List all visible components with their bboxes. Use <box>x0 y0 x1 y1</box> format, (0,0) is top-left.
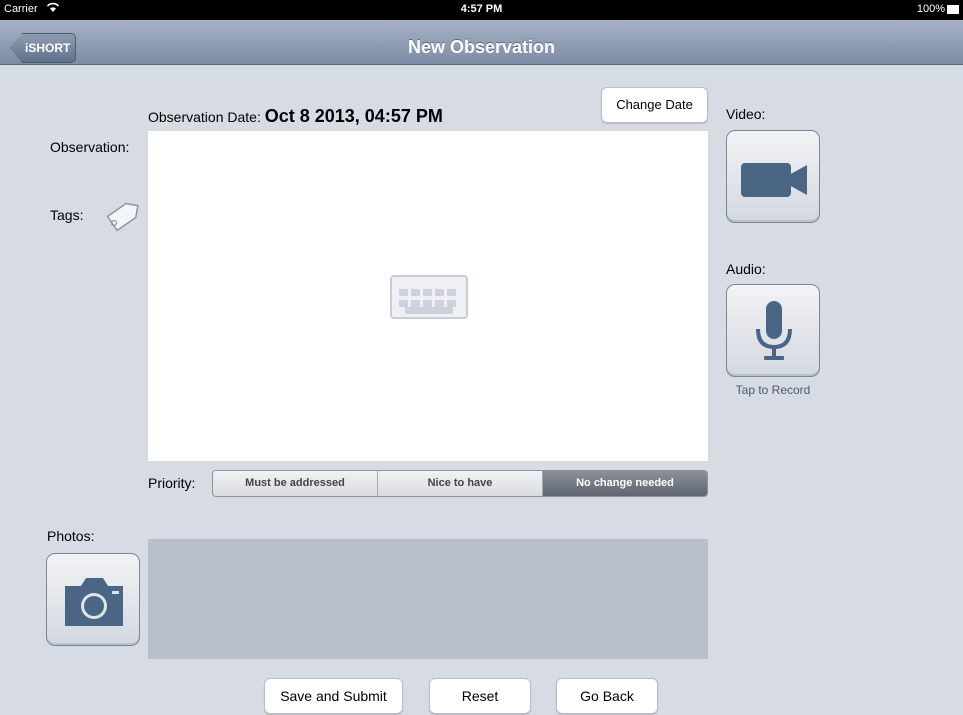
photos-gallery-area[interactable] <box>148 539 708 659</box>
change-date-button[interactable]: Change Date <box>601 87 708 123</box>
microphone-icon <box>756 301 792 360</box>
tags-label: Tags: <box>50 207 84 223</box>
reset-button[interactable]: Reset <box>429 678 531 714</box>
priority-option-nice-to-have[interactable]: Nice to have <box>378 471 543 496</box>
battery-percent: 100% <box>916 3 945 15</box>
battery-icon <box>947 5 959 14</box>
go-back-button[interactable]: Go Back <box>556 678 658 714</box>
add-photo-button[interactable] <box>46 553 140 646</box>
tap-to-record-label: Tap to Record <box>735 383 811 397</box>
priority-label: Priority: <box>148 475 196 491</box>
video-record-button[interactable] <box>726 130 820 223</box>
save-and-submit-button[interactable]: Save and Submit <box>264 678 403 714</box>
observation-date-label: Observation Date: <box>148 109 261 125</box>
audio-label: Audio: <box>726 261 766 277</box>
priority-option-no-change-needed[interactable]: No change needed <box>543 471 707 496</box>
observation-date-value: Oct 8 2013, 04:57 PM <box>264 106 443 126</box>
camera-icon <box>65 578 123 626</box>
priority-segmented-control[interactable]: Must be addressed Nice to have No change… <box>212 470 708 497</box>
keyboard-icon[interactable] <box>390 275 468 319</box>
photos-label: Photos: <box>47 528 95 544</box>
status-bar: Carrier 4:57 PM 100% <box>0 0 963 20</box>
observation-date: Observation Date: Oct 8 2013, 04:57 PM <box>148 106 443 127</box>
audio-record-button[interactable] <box>726 284 820 377</box>
status-time: 4:57 PM <box>460 3 503 15</box>
video-camera-icon <box>741 163 807 197</box>
observation-text-area[interactable] <box>148 131 708 461</box>
page-title: New Observation <box>407 37 556 57</box>
observation-label: Observation: <box>50 139 130 155</box>
tag-icon[interactable] <box>102 195 140 233</box>
priority-option-must-be-addressed[interactable]: Must be addressed <box>213 471 378 496</box>
video-label: Video: <box>726 106 766 122</box>
navigation-bar: iSHORT New Observation <box>0 20 963 65</box>
